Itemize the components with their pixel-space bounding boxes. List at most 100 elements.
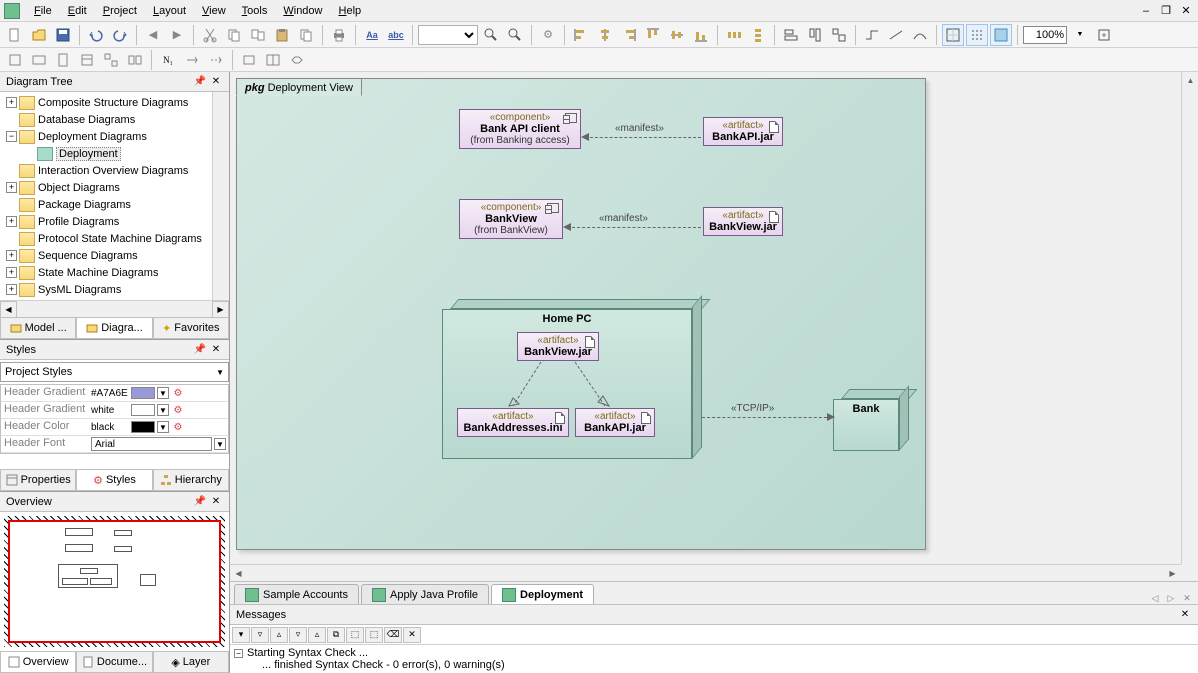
tree-item[interactable]: +Composite Structure Diagrams — [2, 94, 227, 111]
doc-nav-next[interactable]: ▷ — [1164, 593, 1178, 604]
tb2-2[interactable] — [28, 49, 50, 71]
align-m-button[interactable] — [666, 24, 688, 46]
redo-button[interactable] — [109, 24, 131, 46]
zoom-combo[interactable]: 100% — [1023, 26, 1067, 44]
doc-nav-close[interactable]: ✕ — [1180, 593, 1194, 604]
tb2-8[interactable] — [181, 49, 203, 71]
tab-model-tree[interactable]: Model ... — [0, 318, 76, 339]
pin-icon[interactable]: 📌 — [193, 344, 207, 355]
size-both-button[interactable] — [828, 24, 850, 46]
msg-copy[interactable]: ⧉ — [327, 627, 345, 643]
tb2-1[interactable] — [4, 49, 26, 71]
tab-favorites[interactable]: ✦ Favorites — [153, 318, 229, 339]
cut-button[interactable] — [199, 24, 221, 46]
styles-row[interactable]: Header Gradient Ewhite▼⚙ — [1, 402, 228, 419]
grid3-button[interactable] — [990, 24, 1012, 46]
tree-item[interactable]: +Profile Diagrams — [2, 213, 227, 230]
tab-hierarchy[interactable]: Hierarchy — [153, 470, 229, 491]
line2-button[interactable] — [885, 24, 907, 46]
doc-tab-apply-java-profile[interactable]: Apply Java Profile — [361, 584, 489, 604]
save-button[interactable] — [52, 24, 74, 46]
msg-filter-3[interactable]: ▵ — [270, 627, 288, 643]
tree-scrollbar-v[interactable] — [212, 92, 229, 300]
artifact-bankaddresses-ini[interactable]: «artifact» BankAddresses.ini — [457, 408, 569, 437]
menu-help[interactable]: Help — [331, 2, 370, 20]
tb2-4[interactable] — [76, 49, 98, 71]
close-panel-icon[interactable]: ✕ — [209, 76, 223, 87]
spell-button[interactable]: Aa — [361, 24, 383, 46]
tree-item[interactable]: +State Machine Diagrams — [2, 264, 227, 281]
tree-body[interactable]: +Composite Structure DiagramsDatabase Di… — [0, 92, 229, 300]
grid1-button[interactable] — [942, 24, 964, 46]
tree-item[interactable]: Protocol State Machine Diagrams — [2, 230, 227, 247]
close-icon[interactable]: ✕ — [1178, 4, 1194, 17]
msg-close[interactable]: ✕ — [403, 627, 421, 643]
next-button[interactable]: ▶ — [166, 24, 188, 46]
copy-button[interactable] — [223, 24, 245, 46]
tree-item[interactable]: −Deployment Diagrams — [2, 128, 227, 145]
open-button[interactable] — [28, 24, 50, 46]
zoom-dd[interactable]: ▼ — [1069, 24, 1091, 46]
canvas-scrollbar-h[interactable]: ◀▶ — [230, 564, 1181, 581]
doc-tab-deployment[interactable]: Deployment — [491, 584, 594, 604]
tb2-11[interactable] — [262, 49, 284, 71]
artifact-bankapi-jar[interactable]: «artifact» BankAPI.jar — [703, 117, 783, 146]
tree-item[interactable]: Deployment — [2, 145, 227, 162]
menu-layout[interactable]: Layout — [145, 2, 194, 20]
align-b-button[interactable] — [690, 24, 712, 46]
tab-layer[interactable]: ◈ Layer — [153, 652, 229, 673]
menu-project[interactable]: Project — [95, 2, 145, 20]
pin-icon[interactable]: 📌 — [193, 76, 207, 87]
tree-item[interactable]: +Sequence Diagrams — [2, 247, 227, 264]
menu-tools[interactable]: Tools — [234, 2, 276, 20]
print-button[interactable] — [328, 24, 350, 46]
close-panel-icon[interactable]: ✕ — [209, 496, 223, 507]
styles-row[interactable]: Header Gradient E#A7A6E▼⚙ — [1, 385, 228, 402]
grid2-button[interactable] — [966, 24, 988, 46]
tab-styles[interactable]: ⚙ Styles — [76, 470, 152, 491]
msg-filter-5[interactable]: ▵ — [308, 627, 326, 643]
msg-filter-4[interactable]: ▿ — [289, 627, 307, 643]
component-bank-api-client[interactable]: «component» Bank API client (from Bankin… — [459, 109, 581, 149]
menu-view[interactable]: View — [194, 2, 234, 20]
align-l-button[interactable] — [570, 24, 592, 46]
size-w-button[interactable] — [780, 24, 802, 46]
line1-button[interactable] — [861, 24, 883, 46]
align-t-button[interactable] — [642, 24, 664, 46]
tb2-6[interactable] — [124, 49, 146, 71]
align-c-button[interactable] — [594, 24, 616, 46]
line3-button[interactable] — [909, 24, 931, 46]
tab-overview[interactable]: Overview — [0, 652, 76, 673]
tb2-5[interactable] — [100, 49, 122, 71]
component-bankview[interactable]: «component» BankView (from BankView) — [459, 199, 563, 239]
dist-h-button[interactable] — [723, 24, 745, 46]
restore-icon[interactable]: ❐ — [1158, 4, 1174, 17]
tb2-3[interactable] — [52, 49, 74, 71]
find2-button[interactable] — [504, 24, 526, 46]
tree-item[interactable]: +SysML Diagrams — [2, 281, 227, 298]
artifact-bankapi-jar-inner[interactable]: «artifact» BankAPI.jar — [575, 408, 655, 437]
copy2-button[interactable] — [247, 24, 269, 46]
dist-v-button[interactable] — [747, 24, 769, 46]
msg-find[interactable]: ⬚ — [346, 627, 364, 643]
msg-filter-1[interactable]: ▾ — [232, 627, 250, 643]
node-home-pc[interactable]: Home PC «artifact» BankView.jar «artifac… — [442, 299, 702, 459]
node-bank[interactable]: Bank — [833, 389, 909, 451]
undo-button[interactable] — [85, 24, 107, 46]
canvas-scrollbar-v[interactable]: ▲ — [1181, 72, 1198, 564]
messages-body[interactable]: −Starting Syntax Check ... ... finished … — [230, 645, 1198, 673]
diagram-canvas[interactable]: pkg Deployment View «component» Bank API… — [230, 72, 1198, 581]
tab-diagram-tree[interactable]: Diagra... — [76, 318, 152, 339]
tb2-10[interactable] — [238, 49, 260, 71]
tree-scrollbar-h[interactable]: ◀▶ — [0, 300, 229, 317]
find-button[interactable] — [480, 24, 502, 46]
close-panel-icon[interactable]: ✕ — [209, 344, 223, 355]
tab-documentation[interactable]: Docume... — [76, 652, 152, 673]
styles-row[interactable]: Header Colorblack▼⚙ — [1, 419, 228, 436]
tree-item[interactable]: Package Diagrams — [2, 196, 227, 213]
tree-item[interactable]: Interaction Overview Diagrams — [2, 162, 227, 179]
artifact-bankview-jar-inner[interactable]: «artifact» BankView.jar — [517, 332, 599, 361]
pin-icon[interactable]: 📌 — [193, 496, 207, 507]
menu-window[interactable]: Window — [275, 2, 330, 20]
menu-edit[interactable]: Edit — [60, 2, 95, 20]
